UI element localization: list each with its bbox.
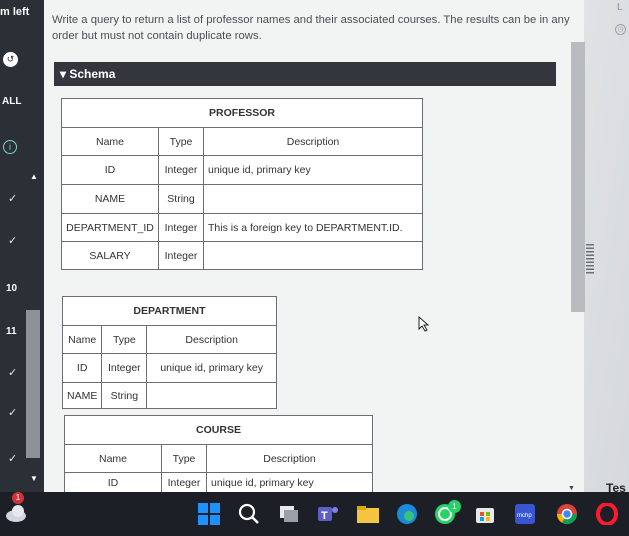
check-icon: ✓: [8, 193, 18, 205]
resize-handle[interactable]: [586, 244, 594, 274]
taskbar: 1 T 1 mchp: [0, 492, 629, 536]
table-row: NAME String: [61, 382, 277, 409]
column-header: Type: [101, 325, 148, 354]
left-rail: m left ↺ ALL i ▲ ✓ ✓ 10 11 ✓ ✓ ✓ ▼: [0, 0, 44, 492]
schema-toggle[interactable]: ▾ Schema: [54, 62, 556, 86]
clock-icon[interactable]: ◷: [615, 24, 626, 35]
column-header: Name: [61, 325, 103, 354]
cell: unique id, primary key: [146, 353, 277, 383]
table-row: ID Integer unique id, primary key: [61, 155, 423, 185]
rail-number-10[interactable]: 10: [6, 283, 17, 294]
table-title: DEPARTMENT: [62, 296, 277, 326]
teams-icon[interactable]: T: [316, 503, 338, 525]
cell: ID: [61, 155, 159, 185]
cell: DEPARTMENT_ID: [61, 213, 159, 242]
column-header: Type: [161, 444, 207, 473]
cell: [146, 382, 277, 409]
info-icon[interactable]: i: [3, 140, 17, 154]
cell: String: [101, 382, 148, 409]
opera-icon[interactable]: [596, 502, 618, 526]
right-panel-tab[interactable]: Tes: [606, 481, 626, 492]
professor-table: PROFESSOR Name Type Description ID Integ…: [61, 98, 423, 270]
rail-refresh-icon[interactable]: ↺: [3, 52, 18, 67]
cell: unique id, primary key: [206, 472, 373, 492]
table-title: PROFESSOR: [61, 98, 423, 128]
check-icon: ✓: [8, 407, 18, 419]
cell: This is a foreign key to DEPARTMENT.ID.: [203, 213, 423, 242]
rail-marker-icon: ▲: [30, 172, 38, 181]
table-row: ID Integer unique id, primary key: [61, 353, 277, 383]
question-text: Write a query to return a list of profes…: [52, 14, 570, 42]
cell: unique id, primary key: [203, 155, 423, 185]
right-panel-label: L: [617, 2, 623, 13]
cell: Integer: [161, 472, 207, 492]
cell: NAME: [61, 184, 159, 214]
content-scrollbar[interactable]: [571, 42, 585, 312]
table-title: COURSE: [64, 415, 373, 445]
column-header: Name: [61, 127, 159, 156]
table-row: DEPARTMENT_ID Integer This is a foreign …: [61, 213, 423, 242]
rail-down-icon[interactable]: ▼: [30, 474, 38, 483]
column-header: Description: [206, 444, 373, 473]
cell: Integer: [101, 353, 148, 383]
svg-text:T: T: [321, 510, 328, 522]
cell: NAME: [61, 382, 103, 409]
department-table: DEPARTMENT Name Type Description ID Inte…: [61, 296, 277, 409]
check-icon: ✓: [8, 235, 18, 247]
windows-start-icon[interactable]: [198, 503, 220, 525]
cell: [203, 241, 423, 270]
cell: Integer: [158, 241, 204, 270]
rail-scrollbar[interactable]: [26, 310, 40, 458]
cell: String: [158, 184, 204, 214]
cell: Integer: [158, 155, 204, 185]
mchp-icon[interactable]: mchp: [514, 503, 536, 525]
table-row: ID Integer unique id, primary key: [64, 472, 373, 492]
svg-text:mchp: mchp: [517, 513, 532, 519]
cell: Integer: [158, 213, 204, 242]
rail-top-label: m left: [0, 6, 30, 18]
column-header: Description: [203, 127, 423, 156]
screen: m left ↺ ALL i ▲ ✓ ✓ 10 11 ✓ ✓ ✓ ▼ Write…: [0, 0, 629, 492]
check-icon: ✓: [8, 453, 18, 465]
edge-icon[interactable]: [396, 503, 418, 525]
notification-badge: 1: [12, 492, 24, 504]
cell: SALARY: [61, 241, 159, 270]
check-icon: ✓: [8, 367, 18, 379]
notification-badge: 1: [448, 500, 461, 513]
chrome-icon[interactable]: [556, 503, 578, 525]
weather-icon[interactable]: [4, 501, 26, 523]
cell: ID: [64, 472, 162, 492]
table-row: SALARY Integer: [61, 241, 423, 270]
cell: ID: [61, 353, 103, 383]
cell: [203, 184, 423, 214]
rail-number-11[interactable]: 11: [6, 326, 17, 337]
task-view-icon[interactable]: [278, 503, 300, 525]
chevron-down-icon[interactable]: ▼: [568, 485, 575, 492]
search-icon[interactable]: [238, 503, 260, 525]
column-header: Type: [158, 127, 204, 156]
mouse-cursor-icon: [418, 316, 430, 332]
table-row: NAME String: [61, 184, 423, 214]
course-table: COURSE Name Type Description ID Integer …: [64, 415, 373, 492]
column-header: Description: [146, 325, 277, 354]
column-header: Name: [64, 444, 162, 473]
rail-all-label[interactable]: ALL: [2, 96, 21, 107]
store-icon[interactable]: [474, 503, 496, 525]
file-explorer-icon[interactable]: [356, 503, 379, 525]
